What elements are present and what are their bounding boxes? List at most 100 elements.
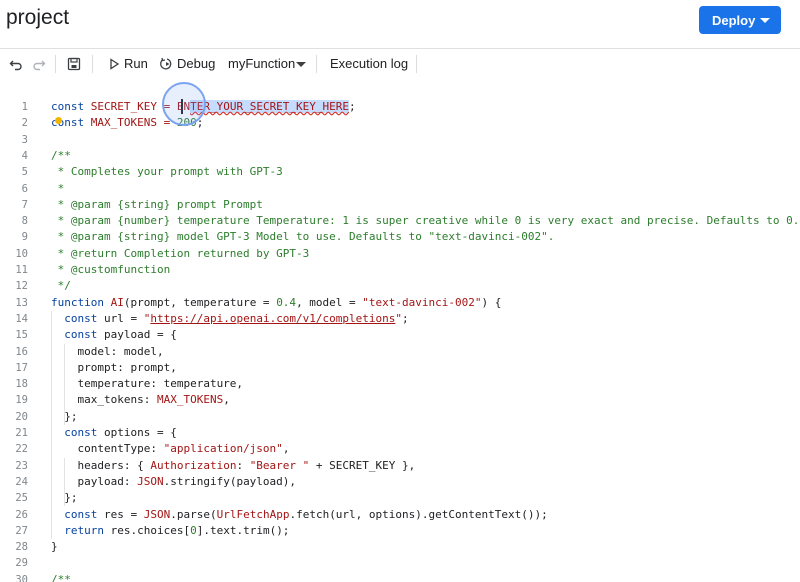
editor-toolbar: Run Debug myFunction Execution log	[0, 48, 800, 78]
line-number: 11	[15, 264, 28, 276]
code-text[interactable]: * Completes your prompt with GPT-3	[51, 164, 283, 180]
code-line[interactable]: 12 */	[0, 278, 800, 294]
code-text[interactable]: max_tokens: MAX_TOKENS,	[51, 392, 229, 408]
project-title: project	[6, 6, 70, 29]
code-text[interactable]: model: model,	[51, 344, 163, 360]
code-line[interactable]: 6 *	[0, 181, 800, 197]
code-text[interactable]: const res = JSON.parse(UrlFetchApp.fetch…	[51, 507, 547, 523]
code-text[interactable]: const url = "https://api.openai.com/v1/c…	[51, 311, 408, 327]
code-line[interactable]: 3	[0, 132, 800, 148]
code-line[interactable]: 11 * @customfunction	[0, 262, 800, 278]
indent-guide	[51, 310, 52, 540]
code-text[interactable]: */	[51, 278, 71, 294]
code-text[interactable]: /**	[51, 148, 71, 164]
toolbar-divider	[316, 55, 317, 73]
code-text[interactable]: *	[51, 181, 65, 197]
code-line[interactable]: 19 max_tokens: MAX_TOKENS,	[0, 392, 800, 408]
chevron-down-icon[interactable]	[760, 18, 770, 23]
code-line[interactable]: 17 prompt: prompt,	[0, 360, 800, 376]
line-number: 1	[21, 101, 28, 113]
code-line[interactable]: 15 const payload = {	[0, 327, 800, 343]
line-number: 20	[15, 410, 28, 423]
line-number: 30	[15, 573, 28, 582]
code-line[interactable]: 24 payload: JSON.stringify(payload),	[0, 474, 800, 490]
run-button[interactable]: Run	[124, 56, 148, 71]
code-line[interactable]: 9 * @param {string} model GPT-3 Model to…	[0, 229, 800, 245]
code-line[interactable]: 18 temperature: temperature,	[0, 376, 800, 392]
code-line[interactable]: 28}	[0, 539, 800, 555]
debug-button[interactable]: Debug	[177, 56, 215, 71]
line-number: 7	[21, 198, 28, 211]
code-text[interactable]: function AI(prompt, temperature = 0.4, m…	[51, 295, 501, 311]
toolbar-divider	[55, 55, 56, 73]
code-line[interactable]: 4 /**	[0, 148, 800, 164]
code-line[interactable]: 14 const url = "https://api.openai.com/v…	[0, 311, 800, 327]
lightbulb-icon[interactable]	[55, 117, 62, 124]
line-number: 29	[15, 557, 28, 570]
toolbar-divider	[416, 55, 417, 73]
line-number: 24	[15, 475, 28, 488]
function-select[interactable]: myFunction	[228, 56, 295, 71]
save-icon[interactable]	[66, 56, 82, 72]
code-text[interactable]: * @param {string} model GPT-3 Model to u…	[51, 229, 555, 245]
line-number: 23	[15, 459, 28, 472]
code-text[interactable]: /**	[51, 572, 71, 582]
code-line[interactable]: 13 function AI(prompt, temperature = 0.4,…	[0, 295, 800, 311]
run-icon[interactable]	[106, 56, 122, 72]
line-number: 10	[15, 247, 28, 260]
line-number: 2	[21, 117, 28, 130]
code-text[interactable]: return res.choices[0].text.trim();	[51, 523, 289, 539]
code-line[interactable]: 21 const options = {	[0, 425, 800, 441]
code-line[interactable]: 20 };	[0, 409, 800, 425]
line-number: 16	[15, 345, 28, 358]
line-number: 4	[21, 149, 28, 162]
indent-guide	[64, 343, 65, 425]
line-number: 13	[15, 296, 28, 309]
code-text[interactable]: * @param {string} prompt Prompt	[51, 197, 263, 213]
code-line[interactable]: 22 contentType: "application/json",	[0, 441, 800, 457]
code-editor[interactable]: 1 const SECRET_KEY = ENTER_YOUR_SECRET_KE…	[0, 90, 800, 582]
line-number: 12	[15, 280, 28, 293]
line-number: 25	[15, 492, 28, 505]
line-number: 6	[21, 182, 28, 195]
code-text[interactable]: * @return Completion returned by GPT-3	[51, 246, 310, 262]
code-line[interactable]: 8 * @param {number} temperature Temperat…	[0, 213, 800, 229]
code-line[interactable]: 2 const MAX_TOKENS = 200;	[0, 115, 800, 131]
code-text[interactable]: headers: { Authorization: "Bearer " + SE…	[51, 458, 415, 474]
chevron-down-icon[interactable]	[296, 62, 306, 67]
code-line[interactable]: 25 };	[0, 490, 800, 506]
code-text[interactable]: * @param {number} temperature Temperatur…	[51, 213, 800, 229]
indent-guide	[64, 457, 65, 507]
deploy-button[interactable]: Deploy	[699, 6, 781, 34]
code-line[interactable]: 23 headers: { Authorization: "Bearer " +…	[0, 458, 800, 474]
line-number: 9	[21, 231, 28, 244]
code-line[interactable]: 1 const SECRET_KEY = ENTER_YOUR_SECRET_KE…	[0, 99, 800, 115]
toolbar-divider	[92, 55, 93, 73]
code-line[interactable]: 5 * Completes your prompt with GPT-3	[0, 164, 800, 180]
click-indicator	[162, 82, 206, 126]
code-line[interactable]: 30 /**	[0, 572, 800, 582]
code-line[interactable]: 29	[0, 555, 800, 571]
code-text[interactable]: const options = {	[51, 425, 177, 441]
deploy-label: Deploy	[712, 12, 756, 28]
debug-icon[interactable]	[159, 56, 175, 72]
line-number: 8	[21, 215, 28, 228]
code-line[interactable]: 27 return res.choices[0].text.trim();	[0, 523, 800, 539]
code-text[interactable]: payload: JSON.stringify(payload),	[51, 474, 296, 490]
execution-log-button[interactable]: Execution log	[330, 56, 408, 71]
code-text[interactable]: * @customfunction	[51, 262, 171, 278]
code-line[interactable]: 26 const res = JSON.parse(UrlFetchApp.fe…	[0, 507, 800, 523]
code-text[interactable]: contentType: "application/json",	[51, 441, 289, 457]
undo-icon[interactable]	[8, 56, 24, 72]
line-number: 14	[15, 312, 28, 325]
code-text[interactable]: prompt: prompt,	[51, 360, 176, 376]
code-line[interactable]: 7 * @param {string} prompt Prompt	[0, 197, 800, 213]
line-number: 27	[15, 524, 28, 537]
code-text[interactable]: }	[51, 539, 58, 555]
code-text[interactable]: const payload = {	[51, 327, 177, 343]
code-text[interactable]: temperature: temperature,	[51, 376, 243, 392]
code-line[interactable]: 16 model: model,	[0, 344, 800, 360]
redo-icon[interactable]	[31, 56, 47, 72]
code-line[interactable]: 10 * @return Completion returned by GPT-…	[0, 246, 800, 262]
line-number: 22	[15, 443, 28, 456]
